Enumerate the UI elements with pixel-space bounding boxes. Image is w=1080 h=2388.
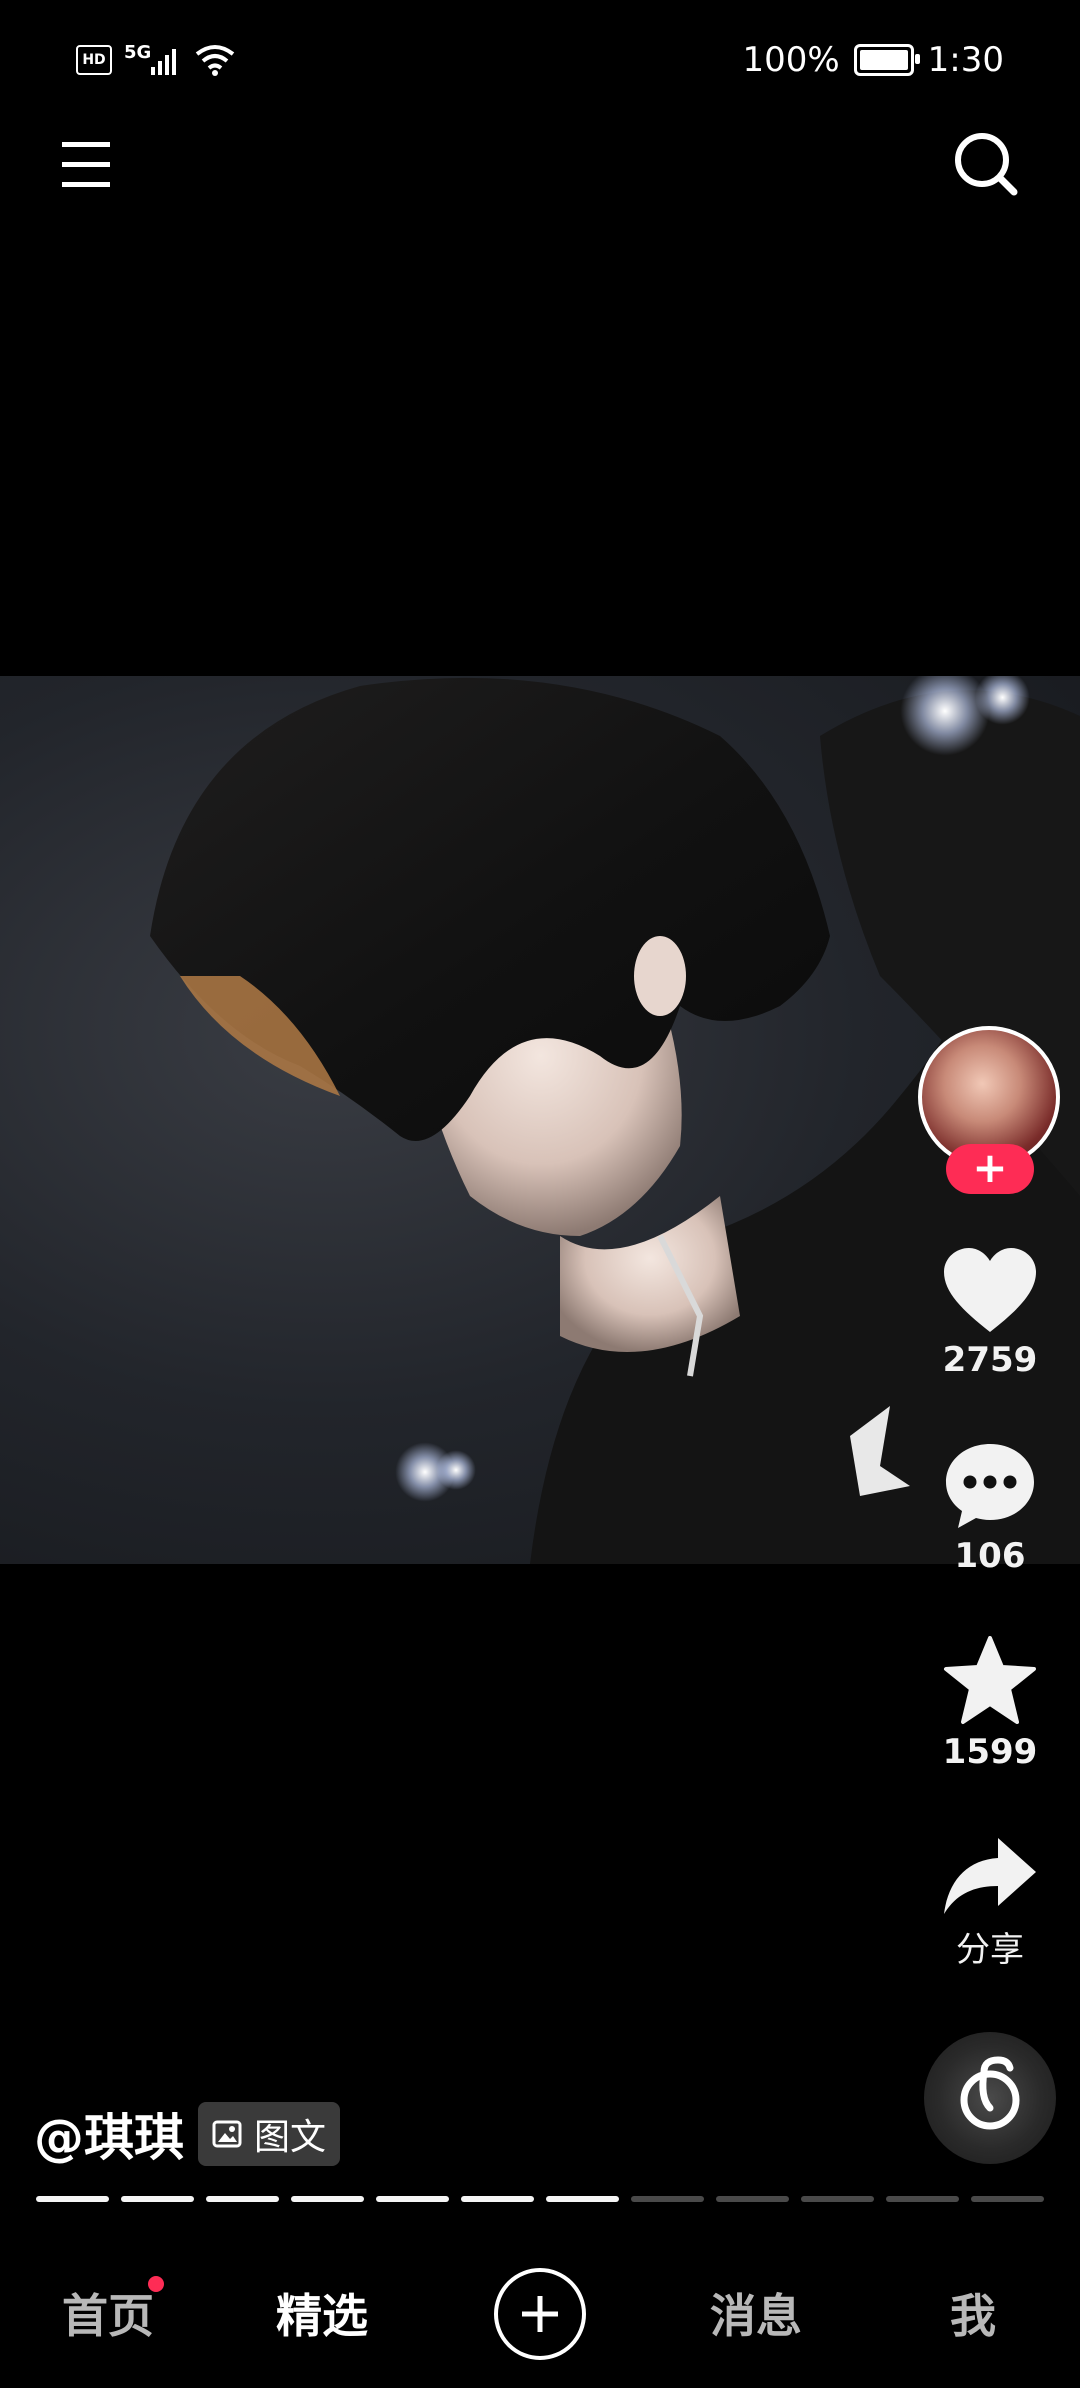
nav-featured-label: 精选 [276, 2289, 368, 2343]
follow-button[interactable]: + [946, 1144, 1034, 1194]
progress-segment [716, 2196, 789, 2202]
hamburger-menu-icon [62, 142, 110, 187]
share-button[interactable]: 分享 [930, 1836, 1050, 1971]
battery-percent: 100% [742, 40, 840, 80]
nav-me[interactable]: 我 [950, 2280, 996, 2346]
progress-segment [121, 2196, 194, 2202]
share-arrow-icon [944, 1838, 1036, 1914]
screen: HD 5G 100% 1:30 + 2759 106 1599 分享 @琪琪 图… [0, 0, 1080, 2388]
heart-icon [944, 1248, 1036, 1332]
progress-segment [971, 2196, 1044, 2202]
comment-count: 106 [954, 1536, 1026, 1576]
bottom-nav: 首页 精选 消息 我 [0, 2240, 1080, 2388]
progress-segment [886, 2196, 959, 2202]
status-left: HD 5G [76, 41, 235, 76]
nav-me-label: 我 [950, 2289, 996, 2343]
music-disc[interactable] [924, 2032, 1056, 2164]
star-icon [944, 1636, 1036, 1724]
signal-icon [151, 49, 177, 75]
comment-icon [946, 1444, 1034, 1528]
background-light [436, 1450, 476, 1490]
comment-button[interactable]: 106 [930, 1442, 1050, 1576]
post-image[interactable] [0, 676, 1080, 1564]
nav-messages[interactable]: 消息 [710, 2280, 802, 2346]
progress-segment [376, 2196, 449, 2202]
battery-fill [859, 50, 908, 70]
slide-progress [36, 2196, 1044, 2202]
post-type-tag: 图文 [198, 2102, 341, 2166]
image-icon [212, 2120, 242, 2148]
progress-segment [291, 2196, 364, 2202]
menu-button[interactable] [58, 132, 114, 196]
battery-icon [853, 44, 920, 76]
search-button[interactable] [952, 128, 1022, 198]
favorite-count: 1599 [942, 1732, 1038, 1772]
clock: 1:30 [927, 40, 1004, 80]
wifi-icon [196, 45, 235, 76]
create-post-button[interactable] [494, 2268, 586, 2360]
author-row: @琪琪 图文 [34, 2098, 341, 2170]
network-label: 5G [124, 41, 152, 63]
status-right: 100% 1:30 [742, 40, 1004, 80]
status-bar: HD 5G 100% 1:30 [0, 0, 1080, 130]
favorite-button[interactable]: 1599 [930, 1636, 1050, 1772]
progress-segment [36, 2196, 109, 2202]
progress-segment [546, 2196, 619, 2202]
progress-segment [206, 2196, 279, 2202]
nav-featured[interactable]: 精选 [276, 2280, 368, 2346]
progress-segment [801, 2196, 874, 2202]
notification-dot [148, 2276, 164, 2292]
like-button[interactable]: 2759 [930, 1248, 1050, 1380]
progress-segment [461, 2196, 534, 2202]
share-label: 分享 [956, 1930, 1024, 1970]
nav-messages-label: 消息 [710, 2289, 802, 2343]
post-type-label: 图文 [254, 2117, 327, 2158]
music-note-icon [960, 2056, 1020, 2130]
nav-home-label: 首页 [62, 2289, 154, 2343]
author-name[interactable]: @琪琪 [34, 2098, 184, 2170]
hd-badge: HD [76, 45, 112, 75]
portrait-photo [150, 677, 1080, 1564]
like-count: 2759 [942, 1340, 1038, 1380]
search-icon [955, 133, 1018, 196]
nav-home[interactable]: 首页 [62, 2276, 164, 2346]
progress-segment [631, 2196, 704, 2202]
